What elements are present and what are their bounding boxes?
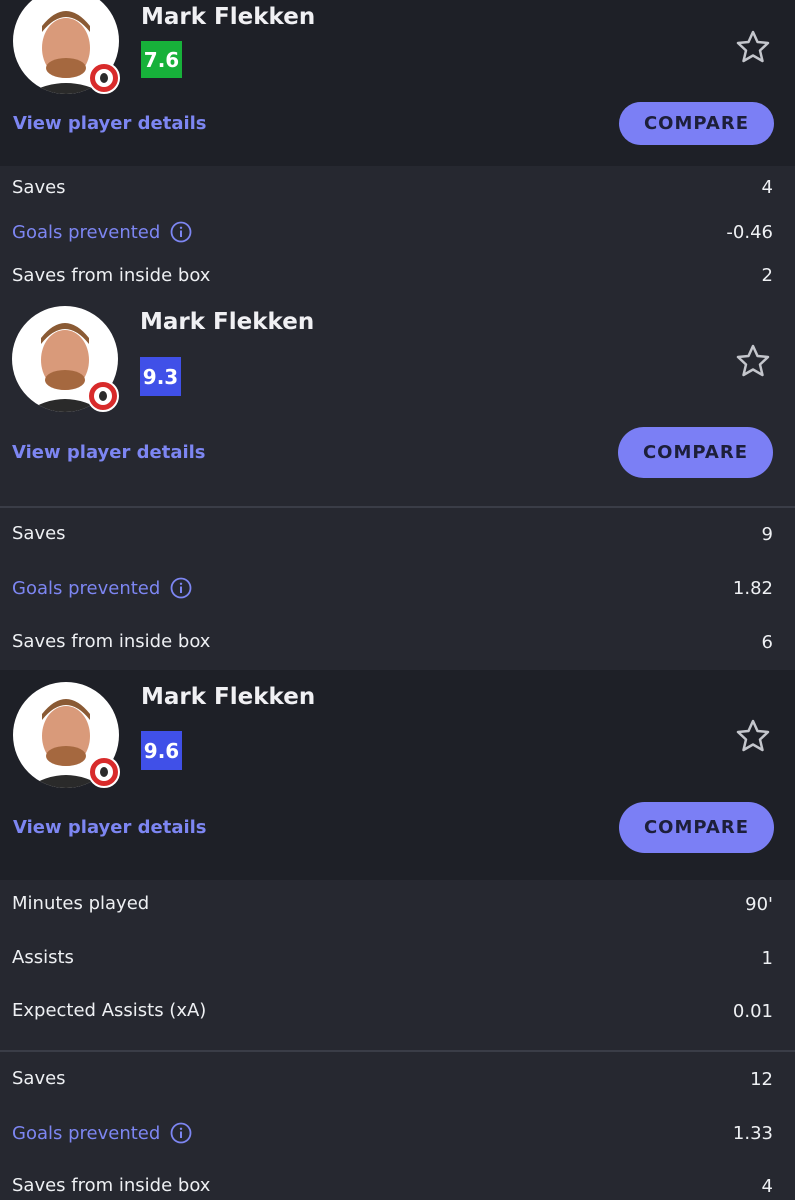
stat-label: Saves	[12, 523, 66, 544]
stat-label: Saves from inside box	[12, 631, 211, 652]
player-name: Mark Flekken	[140, 309, 315, 335]
goals-prevented-label[interactable]: Goals prevented	[12, 221, 192, 243]
stat-value: 2	[761, 265, 773, 286]
star-outline-icon[interactable]	[735, 29, 771, 65]
stat-value: -0.46	[726, 222, 773, 243]
info-icon[interactable]	[170, 577, 192, 599]
stat-value: 1.33	[732, 1123, 773, 1144]
star-outline-icon[interactable]	[735, 343, 771, 379]
player-name: Mark Flekken	[141, 4, 316, 30]
stat-value: 9	[761, 524, 773, 545]
stat-value: 90'	[745, 894, 773, 915]
goals-prevented-label[interactable]: Goals prevented	[12, 1122, 192, 1144]
stat-label: Minutes played	[12, 893, 150, 914]
rating-badge: 9.6	[141, 731, 182, 770]
stat-value: 0.01	[732, 1001, 773, 1022]
view-player-details-link[interactable]: View player details	[12, 442, 206, 463]
rating-badge: 7.6	[141, 41, 182, 78]
compare-button[interactable]: COMPARE	[618, 427, 773, 478]
team-badge-icon	[88, 756, 120, 788]
view-player-details-link[interactable]: View player details	[13, 817, 207, 838]
compare-button[interactable]: COMPARE	[619, 102, 774, 145]
info-icon[interactable]	[170, 221, 192, 243]
stat-value: 6	[761, 632, 773, 653]
stat-label: Expected Assists (xA)	[12, 1000, 207, 1021]
stat-value: 1	[761, 948, 773, 969]
stat-label: Saves	[12, 177, 66, 198]
stat-label: Saves from inside box	[12, 265, 211, 286]
player-name: Mark Flekken	[141, 684, 316, 710]
info-icon[interactable]	[170, 1122, 192, 1144]
team-badge-icon	[87, 380, 119, 412]
view-player-details-link[interactable]: View player details	[13, 113, 207, 134]
stat-label: Saves from inside box	[12, 1175, 211, 1196]
divider	[0, 506, 795, 508]
stat-value: 4	[761, 177, 773, 198]
stat-label: Assists	[12, 947, 74, 968]
stat-label: Saves	[12, 1068, 66, 1089]
stat-label-text: Goals prevented	[12, 221, 161, 243]
stat-value: 4	[761, 1176, 773, 1197]
stat-label-text: Goals prevented	[12, 1122, 161, 1144]
stat-value: 12	[750, 1069, 773, 1090]
stat-value: 1.82	[732, 578, 773, 599]
team-badge-icon	[88, 62, 120, 94]
goals-prevented-label[interactable]: Goals prevented	[12, 577, 192, 599]
rating-badge: 9.3	[140, 357, 181, 396]
divider	[0, 1050, 795, 1052]
compare-button[interactable]: COMPARE	[619, 802, 774, 853]
star-outline-icon[interactable]	[735, 718, 771, 754]
stat-label-text: Goals prevented	[12, 577, 161, 599]
